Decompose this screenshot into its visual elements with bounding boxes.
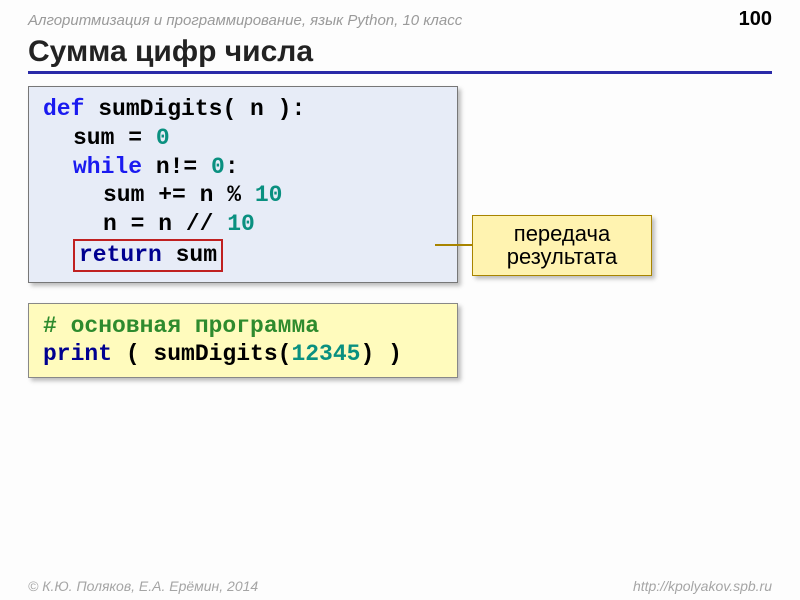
callout-label: передача результата [472, 215, 652, 275]
code-line: sum += n % 10 [43, 181, 443, 210]
number-literal: 10 [255, 182, 283, 208]
keyword-return: return [79, 242, 162, 268]
code-line: sum = 0 [43, 124, 443, 153]
code-block-function: def sumDigits( n ): sum = 0 while n!= 0:… [28, 86, 458, 283]
header-subtitle: Алгоритмизация и программирование, язык … [28, 12, 462, 29]
code-line: n = n // 10 [43, 210, 443, 239]
code-line: print ( sumDigits(12345) ) [43, 340, 443, 369]
callout-line: передача [481, 222, 643, 245]
code-text: sum [162, 242, 217, 268]
number-literal: 10 [227, 211, 255, 237]
keyword-print: print [43, 341, 112, 367]
keyword-while: while [73, 154, 142, 180]
slide-footer: © К.Ю. Поляков, Е.А. Ерёмин, 2014 http:/… [0, 578, 800, 594]
code-text: ) ) [360, 341, 401, 367]
slide-header: Алгоритмизация и программирование, язык … [0, 0, 800, 35]
code-line: return sum [43, 239, 443, 272]
callout-line: результата [481, 245, 643, 268]
slide-title: Сумма цифр числа [28, 35, 772, 74]
code-line: while n!= 0: [43, 153, 443, 182]
footer-copyright: © К.Ю. Поляков, Е.А. Ерёмин, 2014 [28, 578, 258, 594]
keyword-def: def [43, 96, 84, 122]
number-literal: 0 [156, 125, 170, 151]
code-text: : [225, 154, 239, 180]
number-literal: 0 [211, 154, 225, 180]
code-text: sum += n % [103, 182, 255, 208]
code-text: n!= [142, 154, 211, 180]
number-literal: 12345 [291, 341, 360, 367]
code-comment: # основная программа [43, 312, 443, 341]
content-area: def sumDigits( n ): sum = 0 while n!= 0:… [0, 80, 800, 384]
code-line: def sumDigits( n ): [43, 95, 443, 124]
code-block-main: # основная программа print ( sumDigits(1… [28, 303, 458, 379]
code-text: n = n // [103, 211, 227, 237]
return-highlight-box: return sum [73, 239, 223, 272]
code-text: sum = [73, 125, 156, 151]
footer-url: http://kpolyakov.spb.ru [633, 578, 772, 594]
code-text: ( sumDigits( [112, 341, 291, 367]
code-text: sumDigits( n ): [84, 96, 305, 122]
page-number: 100 [739, 8, 772, 31]
